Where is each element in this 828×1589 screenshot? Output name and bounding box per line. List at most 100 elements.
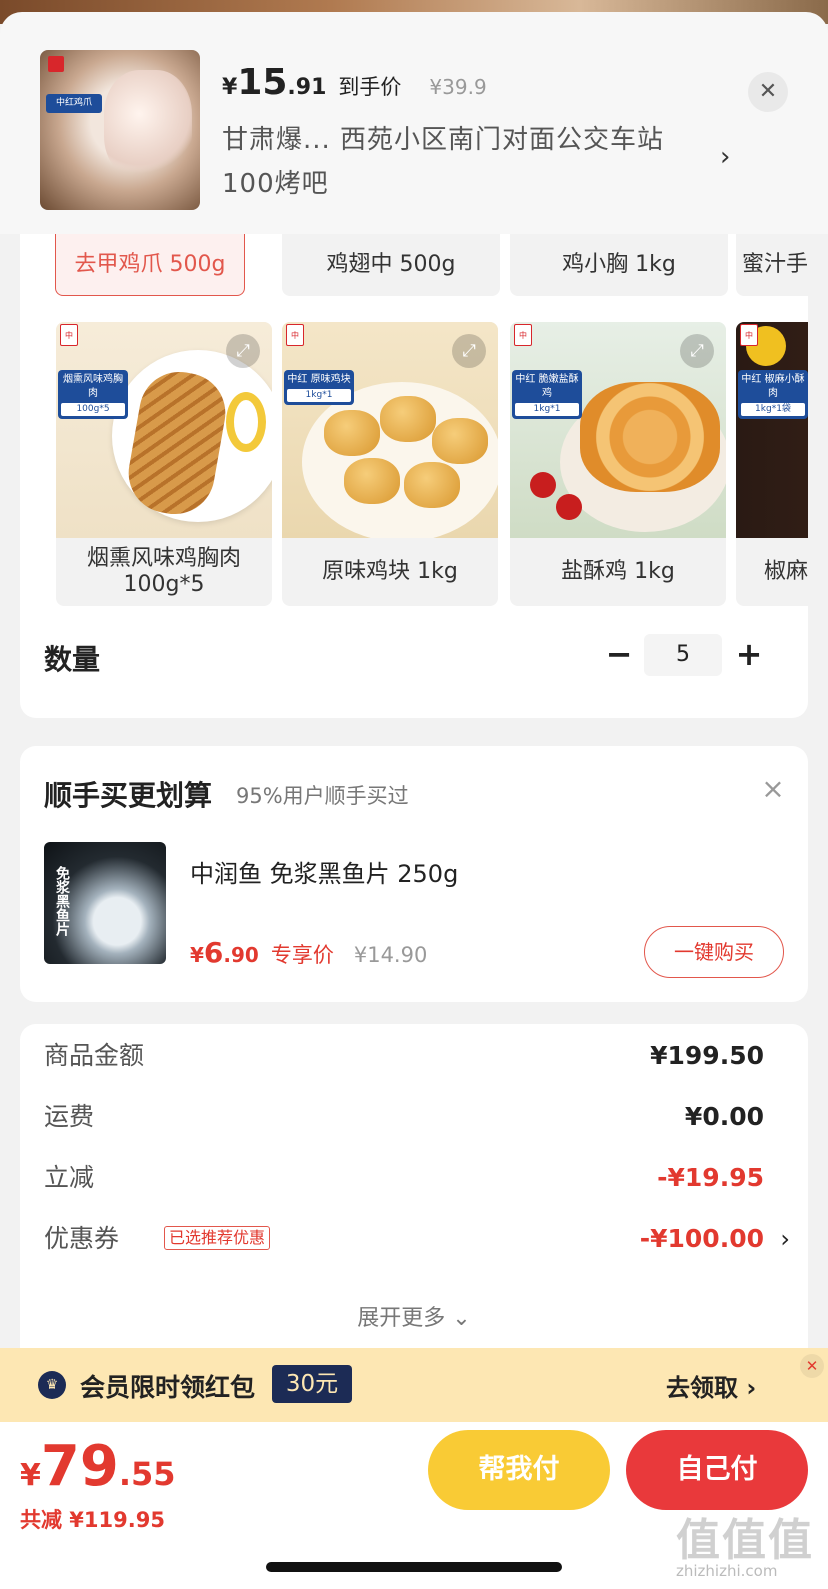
quantity-decrease-button[interactable]: − bbox=[604, 634, 634, 674]
product-tag: 中红 脆嫩盐酥鸡 1kg*1 bbox=[512, 370, 582, 419]
quantity-increase-button[interactable]: + bbox=[732, 634, 766, 674]
nugget-shape bbox=[404, 462, 460, 508]
price-integer: 6 bbox=[203, 936, 224, 969]
order-summary: 商品金额 ¥199.50 运费 ¥0.00 立减 -¥19.95 优惠券 已选推… bbox=[20, 1024, 808, 1354]
product-tag: 烟熏风味鸡胸肉 100g*5 bbox=[58, 370, 128, 419]
product-header: 中红鸡爪 ¥ 15 .91 到手价 ¥39.9 甘肃爆... 西苑小区南门对面公… bbox=[0, 12, 828, 234]
address-chevron-icon[interactable]: › bbox=[720, 142, 730, 172]
claim-button[interactable]: 去领取 › bbox=[666, 1368, 756, 1403]
watermark-logo: 值值值 bbox=[676, 1515, 814, 1566]
price-symbol: ¥ bbox=[20, 1458, 41, 1493]
summary-row-coupon[interactable]: 优惠券 已选推荐优惠 -¥100.00 › bbox=[44, 1219, 790, 1259]
original-price: ¥39.9 bbox=[429, 75, 487, 99]
quantity-label: 数量 bbox=[44, 643, 101, 676]
spec-option-4[interactable]: 蜜汁手 bbox=[736, 234, 808, 296]
price-integer: 15 bbox=[237, 62, 288, 103]
thumbnail-tag: 中红鸡爪 bbox=[46, 94, 102, 113]
chevron-right-icon[interactable]: › bbox=[780, 1219, 790, 1259]
close-icon[interactable]: ✕ bbox=[800, 1354, 824, 1378]
product-thumbnail: 中红鸡爪 bbox=[40, 50, 200, 210]
close-button[interactable]: ✕ bbox=[748, 72, 788, 112]
summary-row-discount: 立减 -¥19.95 bbox=[44, 1158, 764, 1198]
product-image-1: 中 烟熏风味鸡胸肉 100g*5 ⤢ bbox=[56, 322, 272, 538]
coupon-tag: 已选推荐优惠 bbox=[164, 1226, 271, 1250]
member-text: 会员限时领红包 bbox=[80, 1373, 256, 1402]
product-image-3: 中 中红 脆嫩盐酥鸡 1kg*1 ⤢ bbox=[510, 322, 726, 538]
options-card: 去甲鸡爪 500g 鸡翅中 500g 鸡小胸 1kg 蜜汁手 中 烟熏风味鸡胸肉… bbox=[20, 234, 808, 718]
summary-row-shipping: 运费 ¥0.00 bbox=[44, 1097, 764, 1137]
expand-icon[interactable]: ⤢ bbox=[226, 334, 260, 368]
one-click-buy-button[interactable]: 一键购买 bbox=[644, 926, 784, 978]
original-price: ¥14.90 bbox=[353, 943, 428, 967]
nugget-shape bbox=[432, 418, 488, 464]
spec-option-1[interactable]: 去甲鸡爪 500g bbox=[55, 234, 245, 296]
upsell-subtitle: 95%用户顺手买过 bbox=[236, 784, 409, 808]
total-saved: 共减 ¥119.95 bbox=[20, 1508, 165, 1532]
summary-key: 商品金额 bbox=[44, 1041, 145, 1070]
upsell-price: ¥ 6 .90 专享价 ¥14.90 bbox=[190, 936, 427, 969]
summary-key: 立减 bbox=[44, 1163, 95, 1192]
product-card-2[interactable]: 中 中红 原味鸡块 1kg*1 ⤢ 原味鸡块 1kg bbox=[282, 322, 498, 606]
upsell-card: 顺手买更划算 95%用户顺手买过 × 免浆黑鱼片 中润鱼 免浆黑鱼片 250g … bbox=[20, 746, 808, 1002]
price-symbol: ¥ bbox=[222, 75, 238, 100]
self-pay-button[interactable]: 自己付 bbox=[626, 1430, 808, 1510]
tomato-shape bbox=[556, 494, 582, 520]
summary-key: 优惠券 bbox=[44, 1224, 120, 1253]
product-tag: 中红 椒麻小酥肉 1kg*1袋 bbox=[738, 370, 808, 419]
product-tag: 中红 原味鸡块 1kg*1 bbox=[284, 370, 354, 405]
nugget-shape bbox=[380, 396, 436, 442]
product-label: 椒麻 bbox=[764, 558, 808, 584]
product-card-3[interactable]: 中 中红 脆嫩盐酥鸡 1kg*1 ⤢ 盐酥鸡 1kg bbox=[510, 322, 726, 606]
upsell-product-image: 免浆黑鱼片 bbox=[44, 842, 166, 964]
brand-badge-icon: 中 bbox=[60, 324, 78, 346]
popcorn-chicken-shape bbox=[580, 382, 720, 492]
product-card-1[interactable]: 中 烟熏风味鸡胸肉 100g*5 ⤢ 烟熏风味鸡胸肉100g*5 bbox=[56, 322, 272, 606]
price-symbol: ¥ bbox=[190, 943, 204, 967]
watermark-url: zhizhizhi.com bbox=[676, 1562, 778, 1580]
spec-option-2[interactable]: 鸡翅中 500g bbox=[282, 234, 500, 296]
price-tag: 到手价 bbox=[338, 75, 402, 99]
checkout-bar: ¥ 79 .55 共减 ¥119.95 帮我付 自己付 值值值 zhizhizh… bbox=[0, 1422, 828, 1589]
summary-value: ¥0.00 bbox=[684, 1102, 764, 1131]
product-label: 烟熏风味鸡胸肉100g*5 bbox=[86, 545, 241, 597]
upsell-product-name[interactable]: 中润鱼 免浆黑鱼片 250g bbox=[190, 854, 458, 889]
upsell-close-icon[interactable]: × bbox=[758, 774, 788, 804]
quantity-input[interactable]: 5 bbox=[644, 634, 722, 676]
price-decimal: .91 bbox=[287, 75, 327, 100]
price-decimal: .90 bbox=[223, 943, 259, 967]
upsell-title: 顺手买更划算 bbox=[44, 779, 213, 812]
product-label: 盐酥鸡 1kg bbox=[561, 558, 675, 584]
brand-badge-icon: 中 bbox=[740, 324, 758, 346]
delivery-address[interactable]: 甘肃爆... 西苑小区南门对面公交车站100烤吧 bbox=[222, 118, 702, 206]
product-label: 原味鸡块 1kg bbox=[322, 558, 458, 584]
brand-badge-icon bbox=[48, 56, 64, 72]
lemon-shape bbox=[226, 392, 266, 452]
chicken-feet-image bbox=[104, 70, 192, 180]
product-card-4[interactable]: 中 中红 椒麻小酥肉 1kg*1袋 椒麻 bbox=[736, 322, 808, 606]
product-image-2: 中 中红 原味鸡块 1kg*1 ⤢ bbox=[282, 322, 498, 538]
price-integer: 79 bbox=[40, 1434, 119, 1499]
image-text: 免浆黑鱼片 bbox=[54, 866, 70, 936]
summary-key: 运费 bbox=[44, 1102, 95, 1131]
summary-row-subtotal: 商品金额 ¥199.50 bbox=[44, 1036, 764, 1076]
expand-icon[interactable]: ⤢ bbox=[452, 334, 486, 368]
spec-option-3[interactable]: 鸡小胸 1kg bbox=[510, 234, 728, 296]
tomato-shape bbox=[530, 472, 556, 498]
product-image-4: 中 中红 椒麻小酥肉 1kg*1袋 bbox=[736, 322, 808, 538]
member-banner[interactable]: ♛ 会员限时领红包 30元 去领取 › ✕ bbox=[0, 1348, 828, 1422]
total-price: ¥ 79 .55 bbox=[20, 1434, 176, 1499]
summary-value: -¥19.95 bbox=[657, 1163, 764, 1192]
home-indicator[interactable] bbox=[266, 1562, 562, 1572]
crown-icon: ♛ bbox=[38, 1371, 66, 1399]
header-price: ¥ 15 .91 到手价 ¥39.9 bbox=[222, 62, 487, 103]
nugget-shape bbox=[344, 458, 400, 504]
expand-icon[interactable]: ⤢ bbox=[680, 334, 714, 368]
summary-value: -¥100.00 bbox=[639, 1224, 764, 1253]
member-amount-badge: 30元 bbox=[272, 1365, 352, 1403]
brand-badge-icon: 中 bbox=[286, 324, 304, 346]
brand-badge-icon: 中 bbox=[514, 324, 532, 346]
price-decimal: .55 bbox=[118, 1455, 176, 1493]
help-pay-button[interactable]: 帮我付 bbox=[428, 1430, 610, 1510]
expand-more-button[interactable]: 展开更多 ⌄ bbox=[20, 1300, 808, 1332]
summary-value: ¥199.50 bbox=[650, 1041, 764, 1070]
